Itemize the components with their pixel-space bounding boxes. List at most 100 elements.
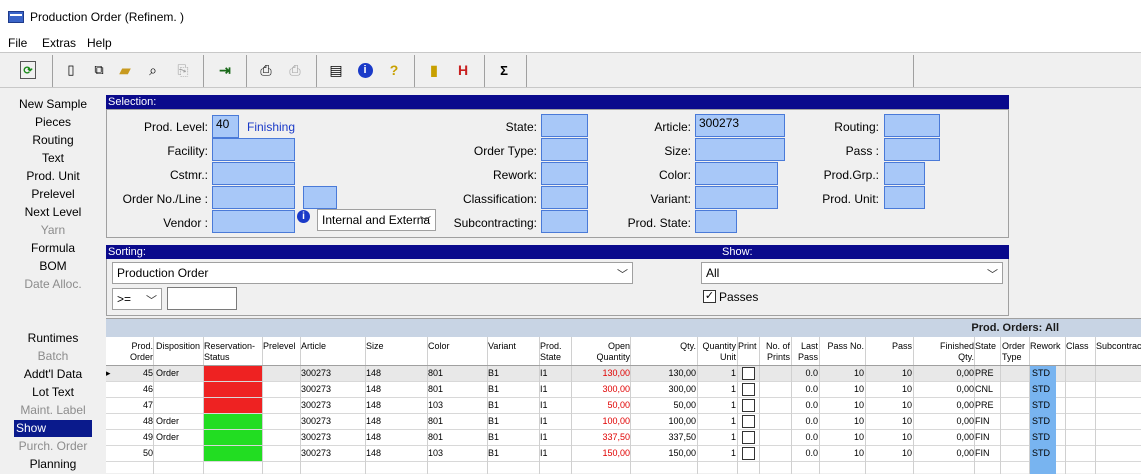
nav-prelevel[interactable]: Prelevel [0, 187, 106, 202]
nav-date-alloc: Date Alloc. [24, 277, 82, 291]
show-combo[interactable]: All ﹀ [701, 262, 1003, 284]
column-header[interactable]: Class [1066, 341, 1094, 352]
variant-field[interactable] [695, 186, 778, 209]
column-header[interactable]: Prod. State [540, 341, 572, 363]
prod-unit-field[interactable] [884, 186, 925, 209]
nav-show[interactable]: Show [14, 420, 92, 437]
print-setup-icon[interactable]: ⎙ [284, 59, 306, 81]
state-field[interactable] [541, 114, 588, 137]
column-header[interactable]: Print [738, 341, 760, 352]
help-icon[interactable]: ? [383, 59, 405, 81]
nav-text[interactable]: Text [0, 151, 106, 166]
menu-help[interactable]: Help [87, 36, 112, 50]
preview-icon[interactable]: ⌕ [142, 59, 164, 81]
vendor-field[interactable] [212, 210, 295, 233]
column-header[interactable]: Prod. Order [109, 341, 153, 363]
nav-lot-text[interactable]: Lot Text [0, 385, 106, 400]
column-header[interactable]: Size [366, 341, 426, 352]
pass-field[interactable] [884, 138, 940, 161]
table-cell: STD [1032, 368, 1050, 378]
print-checkbox[interactable] [742, 367, 755, 380]
column-header[interactable]: Subcontrac [1096, 341, 1141, 352]
print-checkbox[interactable] [742, 415, 755, 428]
column-header[interactable]: Finished Qty. [920, 341, 974, 363]
column-header[interactable]: Reservation- Status [204, 341, 262, 363]
routing-field[interactable] [884, 114, 940, 137]
nav-new-sample[interactable]: New Sample [0, 97, 106, 112]
customer-field[interactable] [212, 162, 295, 185]
classification-field[interactable] [541, 186, 588, 209]
table-cell: 50,00 [607, 400, 630, 410]
nav-addtl-data[interactable]: Addt'l Data [0, 367, 106, 382]
new-icon[interactable]: ▯ [60, 59, 82, 81]
table-cell: 10 [853, 416, 864, 426]
column-header[interactable]: Qty. [632, 341, 696, 352]
size-field[interactable] [695, 138, 785, 161]
print-checkbox[interactable] [742, 447, 755, 460]
print-checkbox[interactable] [742, 399, 755, 412]
prod-grp-field[interactable] [884, 162, 925, 185]
column-header[interactable]: Order Type [1002, 341, 1030, 363]
table-cell: B1 [488, 368, 500, 378]
vendor-info-icon[interactable]: i [297, 210, 310, 223]
table-cell: 0.0 [805, 416, 818, 426]
vendor-type-combo[interactable]: Internal and Externa ﹀ [317, 209, 436, 231]
column-header[interactable]: Pass No. [820, 341, 864, 352]
column-header[interactable]: Prelevel [263, 341, 301, 352]
column-header[interactable]: Quantity Unit [698, 341, 736, 363]
column-header[interactable]: State [975, 341, 998, 352]
nav-pieces[interactable]: Pieces [0, 115, 106, 130]
show-value: All [706, 266, 720, 280]
column-header[interactable]: No. of Prints [760, 341, 790, 363]
nav-planning[interactable]: Planning [0, 457, 106, 472]
nav-prod-unit[interactable]: Prod. Unit [0, 169, 106, 184]
order-no-field[interactable] [212, 186, 295, 209]
open-folder-icon[interactable]: ▰ [114, 59, 136, 81]
print-checkbox[interactable] [742, 431, 755, 444]
sort-value-input[interactable] [167, 287, 237, 310]
table-cell: 148 [366, 368, 382, 378]
reservation-status-swatch [204, 398, 262, 413]
prod-state-field[interactable] [695, 210, 737, 233]
menu-file[interactable]: File [8, 36, 27, 50]
reservation-status-swatch [204, 366, 262, 381]
rework-field[interactable] [541, 162, 588, 185]
filter-icon[interactable]: H [452, 59, 474, 81]
paste-icon[interactable]: ⎘ [172, 59, 194, 81]
print-icon[interactable]: ⎙ [255, 59, 277, 81]
nav-next-level[interactable]: Next Level [0, 205, 106, 220]
nav-bom[interactable]: BOM [0, 259, 106, 274]
notebook-icon[interactable]: ▮ [423, 59, 445, 81]
menu-extras[interactable]: Extras [42, 36, 76, 50]
column-header[interactable]: Variant [488, 341, 540, 352]
print-checkbox[interactable] [742, 383, 755, 396]
sort-operator-combo[interactable]: >= ﹀ [112, 288, 162, 310]
column-header[interactable]: Color [428, 341, 488, 352]
properties-icon[interactable]: ▤ [325, 59, 347, 81]
sorting-combo[interactable]: Production Order ﹀ [112, 262, 633, 284]
article-field[interactable]: 300273 [695, 114, 785, 137]
refresh-icon[interactable]: ⟳ [20, 61, 36, 79]
copy-icon[interactable]: ⧉ [88, 59, 110, 81]
order-line-field[interactable] [303, 186, 337, 209]
sum-icon[interactable]: Σ [493, 59, 515, 81]
column-header[interactable]: Rework [1030, 341, 1064, 352]
column-header[interactable]: Last Pass [792, 341, 818, 363]
nav-maint-label: Maint. Label [20, 403, 86, 417]
order-type-field[interactable] [541, 138, 588, 161]
nav-runtimes[interactable]: Runtimes [0, 331, 106, 346]
info-icon[interactable]: i [354, 59, 376, 81]
column-header[interactable]: Article [301, 341, 361, 352]
passes-checkbox[interactable]: ✓ [703, 290, 716, 303]
prod-level-field[interactable]: 40 [212, 115, 239, 138]
routing-label: Routing: [834, 120, 879, 134]
subcontracting-field[interactable] [541, 210, 588, 233]
column-header[interactable]: Pass [866, 341, 912, 352]
nav-routing[interactable]: Routing [0, 133, 106, 148]
facility-field[interactable] [212, 138, 295, 161]
column-header[interactable]: Open Quantity [572, 341, 630, 363]
nav-formula[interactable]: Formula [0, 241, 106, 256]
color-field[interactable] [695, 162, 778, 185]
exit-icon[interactable]: ⇥ [214, 59, 236, 81]
column-header-line2: Subcontrac [1096, 341, 1141, 351]
